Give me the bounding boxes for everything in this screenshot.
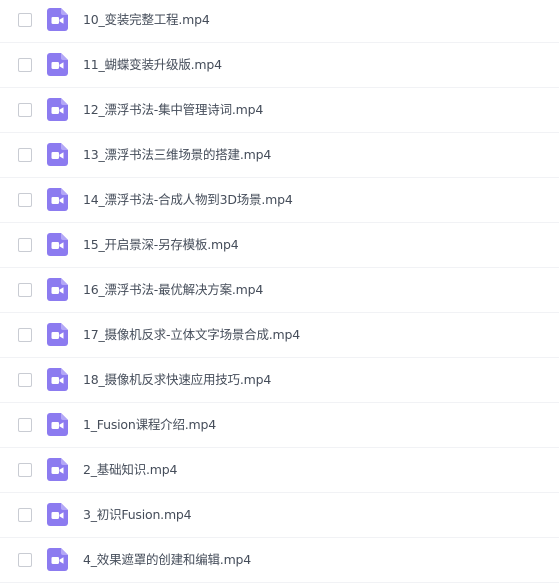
video-file-icon	[47, 503, 68, 526]
file-list: 10_变装完整工程.mp4 11_蝴蝶变装升级版.mp4 12_漂浮书法-集中管…	[0, 0, 559, 583]
row-checkbox[interactable]	[18, 148, 32, 162]
file-row[interactable]: 15_开启景深-另存模板.mp4	[0, 223, 559, 268]
row-checkbox[interactable]	[18, 553, 32, 567]
video-file-icon	[47, 548, 68, 571]
file-name[interactable]: 1_Fusion课程介绍.mp4	[83, 417, 216, 433]
row-checkbox[interactable]	[18, 508, 32, 522]
row-checkbox[interactable]	[18, 13, 32, 27]
row-checkbox[interactable]	[18, 463, 32, 477]
video-file-icon	[47, 188, 68, 211]
row-checkbox[interactable]	[18, 238, 32, 252]
row-checkbox[interactable]	[18, 328, 32, 342]
video-file-icon	[47, 143, 68, 166]
file-row[interactable]: 4_效果遮罩的创建和编辑.mp4	[0, 538, 559, 583]
file-row[interactable]: 13_漂浮书法三维场景的搭建.mp4	[0, 133, 559, 178]
file-row[interactable]: 11_蝴蝶变装升级版.mp4	[0, 43, 559, 88]
row-checkbox[interactable]	[18, 103, 32, 117]
video-file-icon	[47, 368, 68, 391]
file-row[interactable]: 10_变装完整工程.mp4	[0, 0, 559, 43]
video-file-icon	[47, 53, 68, 76]
video-file-icon	[47, 458, 68, 481]
video-file-icon	[47, 8, 68, 31]
file-row[interactable]: 18_摄像机反求快速应用技巧.mp4	[0, 358, 559, 403]
file-name[interactable]: 12_漂浮书法-集中管理诗词.mp4	[83, 102, 263, 118]
file-name[interactable]: 2_基础知识.mp4	[83, 462, 177, 478]
file-row[interactable]: 2_基础知识.mp4	[0, 448, 559, 493]
video-file-icon	[47, 233, 68, 256]
file-name[interactable]: 18_摄像机反求快速应用技巧.mp4	[83, 372, 271, 388]
file-name[interactable]: 15_开启景深-另存模板.mp4	[83, 237, 239, 253]
file-row[interactable]: 12_漂浮书法-集中管理诗词.mp4	[0, 88, 559, 133]
file-name[interactable]: 17_摄像机反求-立体文字场景合成.mp4	[83, 327, 300, 343]
file-row[interactable]: 14_漂浮书法-合成人物到3D场景.mp4	[0, 178, 559, 223]
file-name[interactable]: 11_蝴蝶变装升级版.mp4	[83, 57, 222, 73]
video-file-icon	[47, 278, 68, 301]
file-row[interactable]: 1_Fusion课程介绍.mp4	[0, 403, 559, 448]
file-row[interactable]: 3_初识Fusion.mp4	[0, 493, 559, 538]
row-checkbox[interactable]	[18, 58, 32, 72]
file-name[interactable]: 3_初识Fusion.mp4	[83, 507, 192, 523]
file-row[interactable]: 17_摄像机反求-立体文字场景合成.mp4	[0, 313, 559, 358]
row-checkbox[interactable]	[18, 193, 32, 207]
video-file-icon	[47, 323, 68, 346]
file-name[interactable]: 13_漂浮书法三维场景的搭建.mp4	[83, 147, 271, 163]
file-row[interactable]: 16_漂浮书法-最优解决方案.mp4	[0, 268, 559, 313]
row-checkbox[interactable]	[18, 373, 32, 387]
video-file-icon	[47, 413, 68, 436]
row-checkbox[interactable]	[18, 418, 32, 432]
file-name[interactable]: 4_效果遮罩的创建和编辑.mp4	[83, 552, 251, 568]
file-name[interactable]: 16_漂浮书法-最优解决方案.mp4	[83, 282, 263, 298]
file-name[interactable]: 10_变装完整工程.mp4	[83, 12, 210, 28]
row-checkbox[interactable]	[18, 283, 32, 297]
video-file-icon	[47, 98, 68, 121]
file-name[interactable]: 14_漂浮书法-合成人物到3D场景.mp4	[83, 192, 293, 208]
